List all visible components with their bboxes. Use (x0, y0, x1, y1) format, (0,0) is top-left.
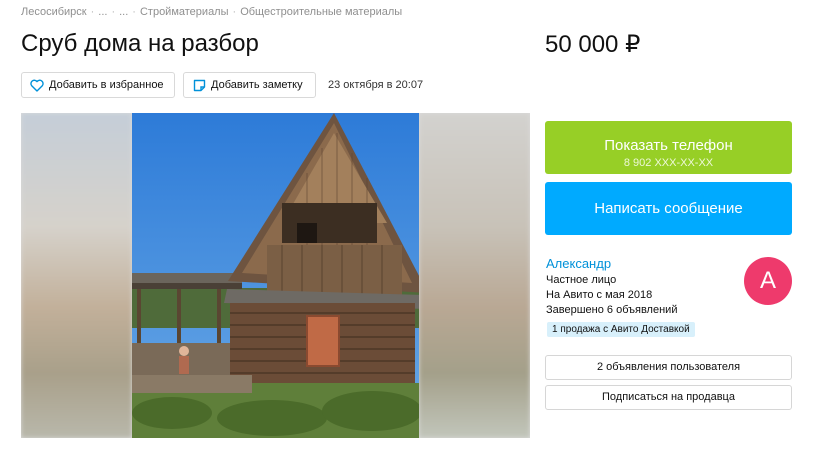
show-phone-label: Показать телефон (604, 136, 733, 154)
heart-icon (30, 78, 44, 92)
log-house-illustration (132, 113, 419, 438)
show-phone-button[interactable]: Показать телефон 8 902 XXX-XX-XX (545, 121, 792, 174)
phone-number-masked: 8 902 XXX-XX-XX (623, 156, 714, 169)
breadcrumb-separator: · (232, 6, 237, 18)
price: 50 000 ₽ (545, 31, 641, 58)
avatar[interactable]: А (744, 257, 792, 305)
note-icon (192, 78, 206, 92)
gallery-blur-left (21, 113, 132, 438)
breadcrumb: Лесосибирск ·... ·... · Стройматериалы · Общес… (21, 6, 402, 18)
delivery-badge: 1 продажа с Авито Доставкой (547, 322, 695, 337)
breadcrumb-item-collapsed[interactable]: ... (98, 6, 107, 18)
breadcrumb-item-category[interactable]: Стройматериалы (140, 6, 229, 18)
subscribe-seller-button[interactable]: Подписаться на продавца (545, 385, 792, 410)
add-note-label: Добавить заметку (211, 79, 303, 91)
add-to-favorites-label: Добавить в избранное (49, 79, 164, 91)
seller-since: На Авито с мая 2018 (546, 289, 653, 301)
listing-photo[interactable] (132, 113, 419, 438)
breadcrumb-separator: · (111, 6, 116, 18)
page-title: Сруб дома на разбор (21, 30, 259, 57)
breadcrumb-separator: · (90, 6, 95, 18)
add-to-favorites-button[interactable]: Добавить в избранное (21, 72, 175, 98)
publish-date: 23 октября в 20:07 (328, 79, 424, 91)
write-message-button[interactable]: Написать сообщение (545, 182, 792, 235)
user-listings-button[interactable]: 2 объявления пользователя (545, 355, 792, 380)
breadcrumb-separator: · (132, 6, 136, 18)
breadcrumb-item-collapsed[interactable]: ... (119, 6, 128, 18)
gallery-blur-right (419, 113, 530, 438)
add-note-button[interactable]: Добавить заметку (183, 72, 316, 98)
photo-gallery[interactable] (21, 113, 530, 438)
seller-type: Частное лицо (546, 274, 617, 286)
breadcrumb-item-city[interactable]: Лесосибирск (21, 6, 87, 18)
breadcrumb-item-subcategory[interactable]: Общестроительные материалы (240, 6, 402, 18)
seller-name-link[interactable]: Александр (546, 256, 611, 271)
seller-completed-ads: Завершено 6 объявлений (546, 304, 678, 316)
